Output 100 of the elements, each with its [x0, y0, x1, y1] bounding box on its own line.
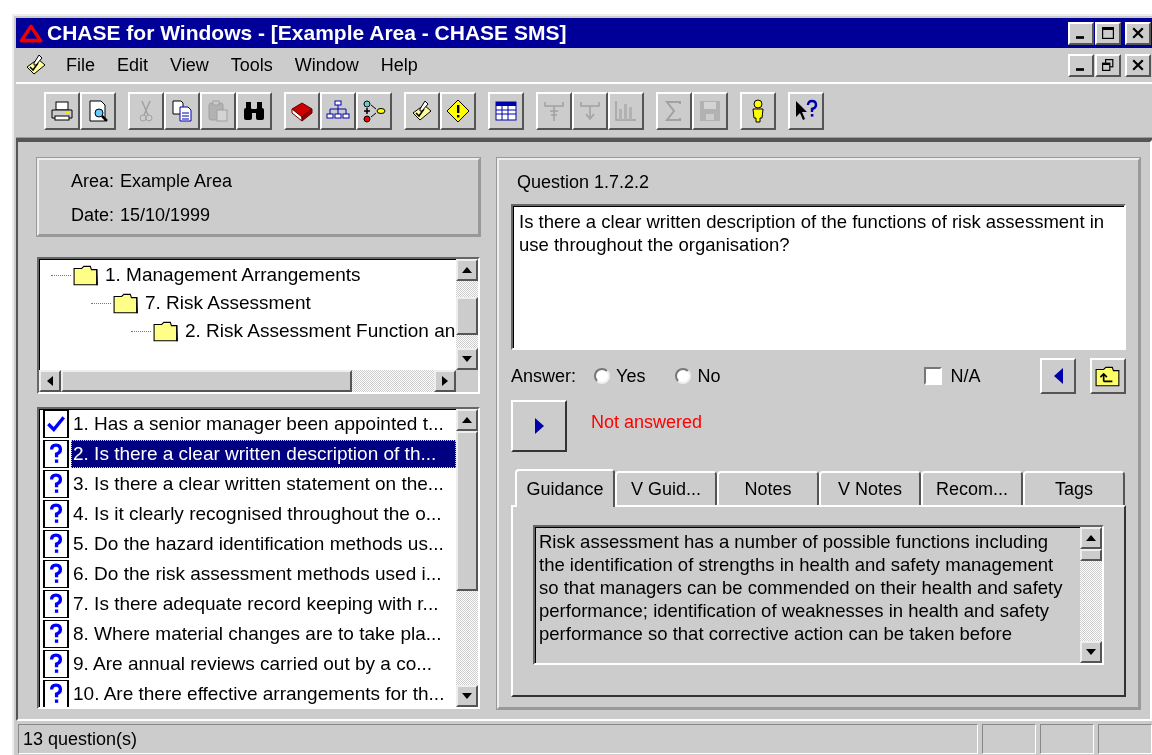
question-number: Question 1.7.2.2: [516, 172, 651, 194]
scroll-up-button[interactable]: [456, 259, 478, 281]
folder-up-icon: [1095, 365, 1121, 388]
radio-option[interactable]: No: [675, 365, 721, 387]
toolbar-button[interactable]: [440, 92, 476, 130]
toolbar-button[interactable]: [80, 92, 116, 130]
tab[interactable]: V Guid...: [615, 471, 717, 505]
copy-icon: [170, 99, 194, 123]
printer-icon: [50, 99, 74, 123]
toolbar-button[interactable]: [164, 92, 200, 130]
minimize-icon: [1076, 35, 1084, 39]
logo-icon: [19, 23, 43, 43]
scroll-thumb[interactable]: [61, 370, 352, 392]
question-item[interactable]: 5. Do the hazard identification methods us...: [71, 530, 456, 558]
minimize-button[interactable]: [1068, 53, 1094, 77]
horizontal-scrollbar[interactable]: [39, 370, 478, 392]
table-icon: [494, 99, 518, 123]
guidance-text: Risk assessment has a number of possible functions including the identification of strengths in health and safety management so that managers can be commended on their health and safety performance; identification of weaknesses in health and safety performance so that corrective action can be taken before: [538, 530, 1064, 646]
question-item[interactable]: 7. Is there adequate record keeping with r...: [71, 590, 456, 618]
minimize-icon: [1076, 67, 1084, 71]
close-icon: [1132, 27, 1144, 39]
question-item[interactable]: 2. Is there a clear written description of th...: [71, 440, 456, 468]
scroll-up-button[interactable]: [1080, 527, 1102, 549]
status-panel: [982, 724, 1036, 754]
warning-icon: [446, 99, 470, 123]
check-icon: [45, 413, 67, 435]
next-button[interactable]: [511, 399, 567, 452]
radio-option[interactable]: Yes: [594, 365, 646, 387]
area-label: Area:: [71, 170, 115, 192]
date-label: Date:: [71, 204, 115, 226]
menu-item[interactable]: File: [58, 52, 103, 78]
magnifier-page-icon: [86, 99, 110, 123]
scroll-left-button[interactable]: [39, 370, 61, 392]
maximize-icon: [1102, 27, 1114, 39]
date-value: 15/10/1999: [120, 204, 211, 226]
question-item[interactable]: 1. Has a senior manager been appointed t...: [71, 410, 456, 438]
toolbar-button[interactable]: [740, 92, 776, 130]
question-item[interactable]: 4. Is it clearly recognised throughout the o...: [71, 500, 456, 528]
toolbar-button[interactable]: [44, 92, 80, 130]
question-item[interactable]: 6. Do the risk assessment methods used i...: [71, 560, 456, 588]
toolbar-button[interactable]: [788, 92, 824, 130]
area-value: Example Area: [120, 170, 233, 192]
question-item[interactable]: 3. Is there a clear written statement on the...: [71, 470, 456, 498]
tab[interactable]: Tags: [1023, 471, 1125, 505]
menu-item[interactable]: Window: [286, 52, 367, 78]
tab[interactable]: Notes: [717, 471, 819, 505]
menu-item[interactable]: Edit: [109, 52, 157, 78]
tree-icon: [578, 99, 602, 123]
scroll-thumb[interactable]: [456, 297, 478, 335]
toolbar-button[interactable]: [284, 92, 320, 130]
tree-item[interactable]: 7. Risk Assessment: [145, 292, 311, 314]
pen-checklist-icon[interactable]: [24, 53, 48, 77]
help-pointer-icon: [794, 99, 818, 123]
window-title: CHASE for Windows - [Example Area - CHASE SMS]: [47, 21, 567, 45]
vertical-scrollbar[interactable]: [456, 259, 478, 370]
scroll-down-button[interactable]: [456, 685, 478, 707]
restore-icon: [1102, 59, 1114, 71]
status-panel: [1098, 724, 1152, 754]
binoculars-icon: [242, 99, 266, 123]
bar-chart-icon: [614, 99, 638, 123]
answer-label: Answer:: [511, 365, 577, 387]
toolbar-button[interactable]: [320, 92, 356, 130]
scroll-thumb[interactable]: [1080, 549, 1102, 561]
pen-checklist-icon: [410, 99, 434, 123]
previous-button[interactable]: [1040, 358, 1076, 395]
tree-item[interactable]: 2. Risk Assessment Function an: [185, 320, 456, 342]
answer-status: Not answered: [591, 412, 703, 434]
tab[interactable]: Recom...: [921, 471, 1023, 505]
toolbar-button[interactable]: [488, 92, 524, 130]
question-item[interactable]: 9. Are annual reviews carried out by a co...: [71, 650, 456, 678]
scroll-right-button[interactable]: [434, 370, 456, 392]
close-button[interactable]: [1125, 53, 1151, 77]
tree-item[interactable]: 1. Management Arrangements: [105, 264, 361, 286]
question-text: Is there a clear written description of the functions of risk assessment in use throughout the organisation?: [519, 210, 1105, 255]
minimize-button[interactable]: [1068, 21, 1094, 45]
scroll-up-button[interactable]: [456, 409, 478, 431]
toolbar-button[interactable]: [404, 92, 440, 130]
status-text: 13 question(s): [18, 724, 978, 754]
scroll-down-button[interactable]: [456, 348, 478, 370]
scroll-thumb[interactable]: [456, 431, 478, 591]
tab[interactable]: V Notes: [819, 471, 921, 505]
question-item[interactable]: 8. Where material changes are to take pla...: [71, 620, 456, 648]
vertical-scrollbar[interactable]: [456, 409, 478, 707]
menu-item[interactable]: Help: [372, 52, 426, 78]
tree-icon: [542, 99, 566, 123]
vertical-scrollbar[interactable]: [1080, 527, 1102, 663]
scroll-down-button[interactable]: [1080, 641, 1102, 663]
toolbar-button[interactable]: [356, 92, 392, 130]
folder-icon: [73, 264, 99, 286]
restore-button[interactable]: [1095, 53, 1121, 77]
folder-up-button[interactable]: [1090, 358, 1126, 395]
maximize-button[interactable]: [1095, 21, 1121, 45]
menu-item[interactable]: Tools: [222, 52, 281, 78]
question-item[interactable]: 10. Are there effective arrangements for th...: [71, 680, 456, 707]
close-button[interactable]: [1125, 21, 1151, 45]
toolbar-button[interactable]: [236, 92, 272, 130]
na-checkbox[interactable]: N/A: [924, 365, 981, 387]
menu-item[interactable]: View: [162, 52, 217, 78]
flow-icon: [362, 99, 386, 123]
tab[interactable]: Guidance: [515, 469, 615, 507]
